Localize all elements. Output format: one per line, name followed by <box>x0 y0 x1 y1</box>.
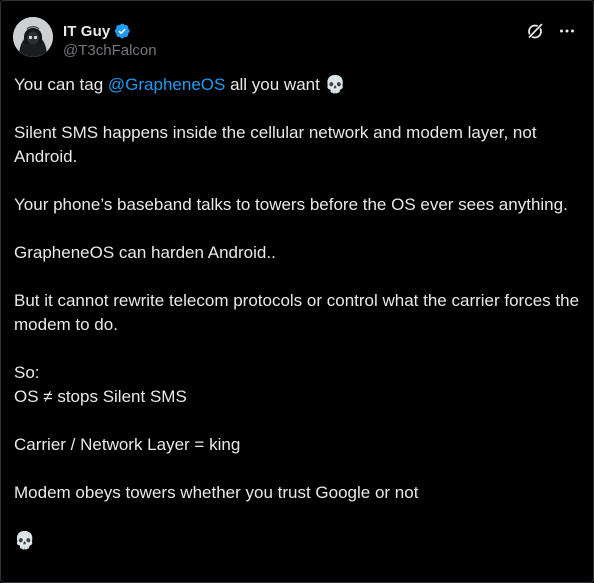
tweet-text: You can tag @GrapheneOS all you want 💀 S… <box>14 73 581 577</box>
paragraph-5: But it cannot rewrite telecom protocols … <box>14 291 584 334</box>
grok-icon[interactable] <box>525 21 545 41</box>
skull-emoji: 💀 <box>324 75 346 95</box>
paragraph-6-line-1: So: <box>14 363 40 382</box>
paragraph-2: Silent SMS happens inside the cellular n… <box>14 123 541 166</box>
author-names: IT Guy @T3chFalcon <box>63 21 157 60</box>
tweet-card: IT Guy @T3chFalcon You can tag @Graphene… <box>0 0 594 583</box>
final-skull-emoji: 💀 <box>14 531 36 551</box>
paragraph-1: You can tag @GrapheneOS all you want 💀 <box>14 73 581 97</box>
name-row: IT Guy <box>63 21 157 41</box>
hooded-figure-avatar[interactable] <box>13 17 53 57</box>
paragraph-8: Modem obeys towers whether you trust Goo… <box>14 483 419 502</box>
mention-link[interactable]: @GrapheneOS <box>108 75 225 94</box>
paragraph-7: Carrier / Network Layer = king <box>14 435 241 454</box>
author-display-name[interactable]: IT Guy <box>63 23 110 40</box>
line1-prefix: You can tag <box>14 75 108 94</box>
verified-badge-icon[interactable] <box>113 22 131 40</box>
line1-suffix: all you want <box>225 75 325 94</box>
paragraph-4: GrapheneOS can harden Android.. <box>14 243 276 262</box>
paragraph-3: Your phone’s baseband talks to towers be… <box>14 195 568 214</box>
paragraph-6-line-2: OS ≠ stops Silent SMS <box>14 387 187 406</box>
tweet-header: IT Guy @T3chFalcon <box>13 15 581 59</box>
author-handle[interactable]: @T3chFalcon <box>63 42 157 59</box>
more-options-icon[interactable] <box>557 21 577 41</box>
header-actions <box>525 21 577 41</box>
